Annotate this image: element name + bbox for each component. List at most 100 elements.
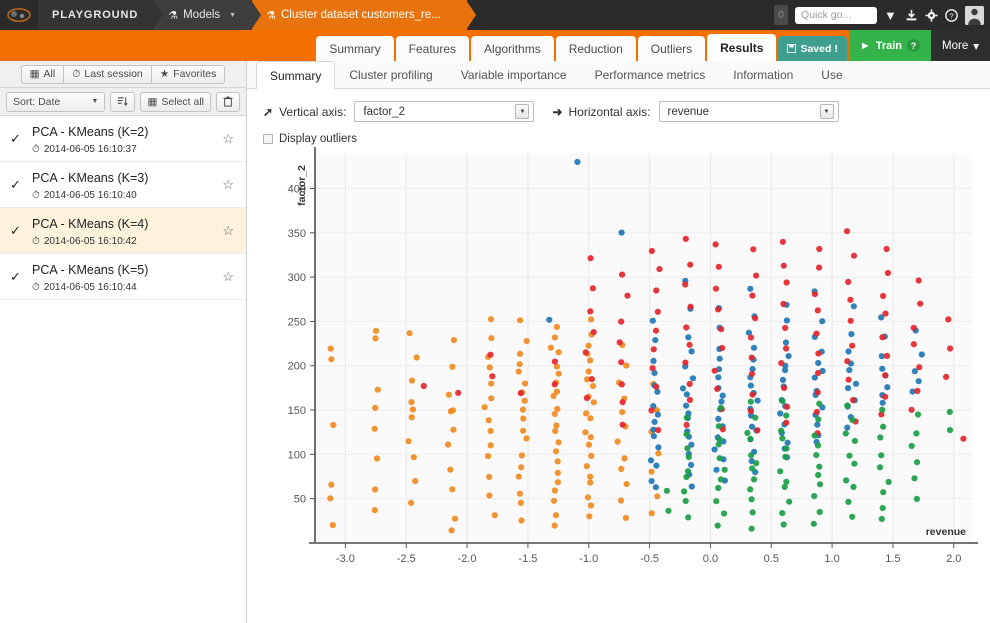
chevron-down-icon[interactable]: ▼: [229, 12, 236, 19]
sort-select-label: Sort: Date: [13, 95, 61, 108]
help-icon[interactable]: ?: [945, 8, 958, 22]
quick-go-input[interactable]: Quick go...: [795, 6, 878, 24]
check-icon[interactable]: ✓: [10, 223, 32, 239]
subtab-information-label: Information: [733, 68, 794, 82]
check-icon[interactable]: ✓: [10, 131, 32, 147]
sidebar-filter-last-session[interactable]: ⏱ Last session: [63, 64, 152, 84]
sort-direction-button[interactable]: [110, 91, 136, 112]
favorite-star-icon[interactable]: ☆: [222, 269, 234, 285]
tab-algorithms[interactable]: Algorithms: [471, 36, 554, 61]
avatar[interactable]: [965, 5, 984, 25]
list-item[interactable]: ✓ PCA - KMeans (K=2) ⏱ 2014-06-05 16:10:…: [0, 116, 246, 162]
subtab-use-label: Use: [821, 68, 843, 82]
filter-icon[interactable]: ▼: [884, 9, 898, 22]
sort-select[interactable]: Sort: Date ▼: [6, 91, 106, 112]
train-help-icon[interactable]: ?: [907, 39, 921, 52]
display-outliers-checkbox[interactable]: [263, 134, 273, 144]
clock-icon: ⏱: [32, 281, 40, 293]
breadcrumb-item-models[interactable]: ⚗ Models ▼: [154, 0, 261, 30]
sidebar-filter-group: ▦ All ⏱ Last session ★ Favorites: [20, 64, 226, 84]
breadcrumb: PLAYGROUND ⚗ Models ▼ ⚗ Cluster dataset …: [38, 0, 476, 30]
more-button[interactable]: More ▾: [931, 30, 990, 61]
subtab-variable-importance-label: Variable importance: [460, 68, 567, 82]
breadcrumb-playground-label: PLAYGROUND: [52, 9, 139, 21]
check-icon[interactable]: ✓: [10, 269, 32, 285]
train-button[interactable]: ► Train ?: [848, 30, 932, 61]
horizontal-axis-select[interactable]: revenue ▼: [658, 101, 839, 122]
main-tab-bar: Summary Features Algorithms Reduction Ou…: [0, 30, 990, 61]
list-item-date: ⏱ 2014-06-05 16:10:42: [32, 236, 222, 247]
subtab-information[interactable]: Information: [719, 61, 807, 88]
list-item-content: PCA - KMeans (K=4) ⏱ 2014-06-05 16:10:42: [32, 215, 222, 247]
svg-text:1.5: 1.5: [885, 553, 900, 565]
favorite-star-icon[interactable]: ☆: [222, 131, 234, 147]
tab-summary[interactable]: Summary: [316, 36, 394, 61]
list-item-name: PCA - KMeans (K=4): [32, 216, 149, 231]
svg-text:?: ?: [949, 11, 953, 20]
tab-results-label: Results: [720, 40, 764, 55]
check-icon[interactable]: ✓: [10, 177, 32, 193]
list-item-date: ⏱ 2014-06-05 16:10:40: [32, 190, 222, 201]
list-item[interactable]: ✓ PCA - KMeans (K=5) ⏱ 2014-06-05 16:10:…: [0, 254, 246, 300]
chevron-down-icon: ▼: [91, 98, 99, 105]
horizontal-axis-label-group: ➜ Horizontal axis:: [552, 105, 650, 119]
subtab-summary[interactable]: Summary: [256, 61, 336, 89]
scatter-plot-svg: 50100150200250300350400-3.0 -2.5 -2.0 -1.5-…: [288, 147, 978, 565]
model-list: ✓ PCA - KMeans (K=2) ⏱ 2014-06-05 16:10:…: [0, 116, 246, 623]
tab-results[interactable]: Results: [707, 34, 777, 61]
top-bar-actions: 0 Quick go... ▼ ?: [774, 0, 990, 30]
tab-outliers[interactable]: Outliers: [637, 36, 706, 61]
select-all-button[interactable]: ▦ Select all: [140, 91, 211, 112]
saved-indicator[interactable]: Saved !: [778, 36, 847, 61]
svg-text:-1.5: -1.5: [518, 553, 537, 565]
subtab-cluster-profiling-label: Cluster profiling: [349, 68, 433, 82]
svg-text:factor_2: factor_2: [296, 165, 308, 206]
dataiku-logo-icon: [7, 8, 31, 22]
tab-reduction[interactable]: Reduction: [555, 36, 636, 61]
sidebar-filter-last-session-label: Last session: [84, 68, 143, 80]
gear-icon[interactable]: [925, 8, 938, 22]
svg-text:-2.0: -2.0: [458, 553, 477, 565]
favorite-star-icon[interactable]: ☆: [222, 177, 234, 193]
train-label: Train: [875, 39, 903, 52]
chevron-down-icon[interactable]: ▼: [819, 104, 834, 119]
sub-tab-bar: Summary Cluster profiling Variable impor…: [247, 61, 990, 89]
svg-text:300: 300: [288, 272, 306, 284]
sidebar-filter-favorites[interactable]: ★ Favorites: [150, 64, 226, 84]
list-item-content: PCA - KMeans (K=3) ⏱ 2014-06-05 16:10:40: [32, 169, 222, 201]
notification-counter[interactable]: 0: [774, 5, 789, 25]
sidebar: ▦ All ⏱ Last session ★ Favorites Sort: D…: [0, 61, 247, 623]
clock-icon: ⏱: [32, 235, 40, 247]
tab-features[interactable]: Features: [395, 36, 470, 61]
breadcrumb-item-cluster-dataset[interactable]: ⚗ Cluster dataset customers_re...: [252, 0, 476, 30]
svg-text:0.5: 0.5: [764, 553, 779, 565]
vertical-axis-select[interactable]: factor_2 ▼: [354, 101, 535, 122]
delete-button[interactable]: [216, 91, 240, 112]
display-outliers-row[interactable]: Display outliers: [263, 133, 990, 145]
arrow-up-icon: ➚: [263, 104, 274, 119]
breadcrumb-item-playground[interactable]: PLAYGROUND: [38, 0, 164, 30]
svg-text:-2.5: -2.5: [397, 553, 416, 565]
tab-summary-label: Summary: [329, 41, 381, 56]
list-item-content: PCA - KMeans (K=5) ⏱ 2014-06-05 16:10:44: [32, 261, 222, 293]
list-item[interactable]: ✓ PCA - KMeans (K=4) ⏱ 2014-06-05 16:10:…: [0, 208, 246, 254]
grid-icon: ▦: [29, 68, 40, 80]
list-item-name: PCA - KMeans (K=2): [32, 124, 149, 139]
sidebar-filter-all[interactable]: ▦ All: [20, 64, 65, 84]
chevron-down-icon[interactable]: ▼: [515, 104, 530, 119]
favorite-star-icon[interactable]: ☆: [222, 223, 234, 239]
axis-controls: ➚ Vertical axis: factor_2 ▼ ➜ Horizontal…: [247, 89, 990, 145]
app-logo[interactable]: [0, 0, 38, 30]
svg-text:200: 200: [288, 361, 306, 373]
clock-icon: ⏱: [72, 67, 81, 80]
subtab-cluster-profiling[interactable]: Cluster profiling: [335, 61, 446, 88]
flask-icon: ⚗: [168, 9, 179, 22]
subtab-variable-importance[interactable]: Variable importance: [447, 61, 581, 88]
list-item[interactable]: ✓ PCA - KMeans (K=3) ⏱ 2014-06-05 16:10:…: [0, 162, 246, 208]
subtab-performance-metrics[interactable]: Performance metrics: [581, 61, 720, 88]
download-icon[interactable]: [905, 9, 918, 22]
list-item-date: ⏱ 2014-06-05 16:10:44: [32, 282, 222, 293]
list-item-content: PCA - KMeans (K=2) ⏱ 2014-06-05 16:10:37: [32, 123, 222, 155]
vertical-axis-value: factor_2: [363, 105, 405, 118]
subtab-use[interactable]: Use: [807, 61, 856, 88]
